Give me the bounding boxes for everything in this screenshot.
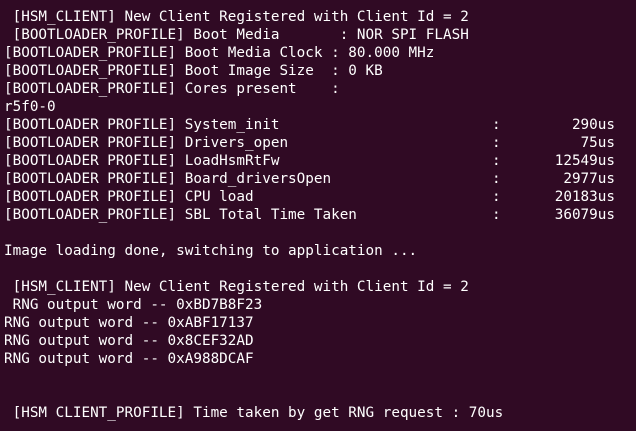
log-line-rng-request-time: [HSM CLIENT_PROFILE] Time taken by get R… (4, 405, 504, 421)
profile-colon: : (492, 189, 501, 205)
profile-value: 20183us (554, 189, 615, 205)
profile-label: [BOOTLOADER PROFILE] CPU load (4, 189, 254, 205)
log-line-cores-present: [BOOTLOADER_PROFILE] Cores present : (4, 81, 340, 97)
profile-value: 36079us (554, 207, 615, 223)
profile-value: 12549us (554, 153, 615, 169)
log-line-rng-word-2: RNG output word -- 0xABF17137 (4, 315, 254, 331)
log-line-boot-image-size: [BOOTLOADER_PROFILE] Boot Image Size : 0… (4, 63, 383, 79)
log-line-hsm-client-registered-2: [HSM_CLIENT] New Client Registered with … (4, 279, 469, 295)
profile-colon: : (492, 117, 501, 133)
profile-colon: : (492, 171, 501, 187)
log-line-boot-media-clock: [BOOTLOADER_PROFILE] Boot Media Clock : … (4, 45, 435, 61)
profile-row-sbl-total-time: [BOOTLOADER_PROFILE] SBL Total Time Take… (4, 206, 636, 224)
log-line-image-loading-done: Image loading done, switching to applica… (4, 243, 418, 259)
profile-label: [BOOTLOADER PROFILE] Board_driversOpen (4, 171, 332, 187)
profile-colon: : (492, 153, 501, 169)
profile-value: 290us (571, 117, 615, 133)
log-line-core-name: r5f0-0 (4, 99, 56, 115)
profile-value: 2977us (563, 171, 615, 187)
log-line-boot-media: [BOOTLOADER_PROFILE] Boot Media : NOR SP… (4, 27, 469, 43)
profile-row-load-hsm-rt-fw: [BOOTLOADER PROFILE] LoadHsmRtFw : 12549… (4, 152, 636, 170)
profile-label: [BOOTLOADER PROFILE] LoadHsmRtFw (4, 153, 280, 169)
terminal-window[interactable]: [HSM_CLIENT] New Client Registered with … (0, 0, 636, 431)
profile-row-board-drivers-open: [BOOTLOADER PROFILE] Board_driversOpen :… (4, 170, 636, 188)
profile-colon: : (492, 135, 501, 151)
profile-row-system-init: [BOOTLOADER PROFILE] System_init : 290us (4, 116, 636, 134)
profile-row-drivers-open: [BOOTLOADER PROFILE] Drivers_open : 75us (4, 134, 636, 152)
profile-label: [BOOTLOADER_PROFILE] SBL Total Time Take… (4, 207, 357, 223)
profile-colon: : (492, 207, 501, 223)
profile-label: [BOOTLOADER PROFILE] Drivers_open (4, 135, 289, 151)
profile-row-cpu-load: [BOOTLOADER PROFILE] CPU load : 20183us (4, 188, 636, 206)
log-line-rng-word-1: RNG output word -- 0xBD7B8F23 (4, 297, 263, 313)
log-line-rng-word-4: RNG output word -- 0xA988DCAF (4, 351, 254, 367)
log-line-rng-word-3: RNG output word -- 0x8CEF32AD (4, 333, 254, 349)
profile-label: [BOOTLOADER PROFILE] System_init (4, 117, 280, 133)
profile-value: 75us (580, 135, 615, 151)
log-line-hsm-client-registered: [HSM_CLIENT] New Client Registered with … (4, 9, 469, 25)
